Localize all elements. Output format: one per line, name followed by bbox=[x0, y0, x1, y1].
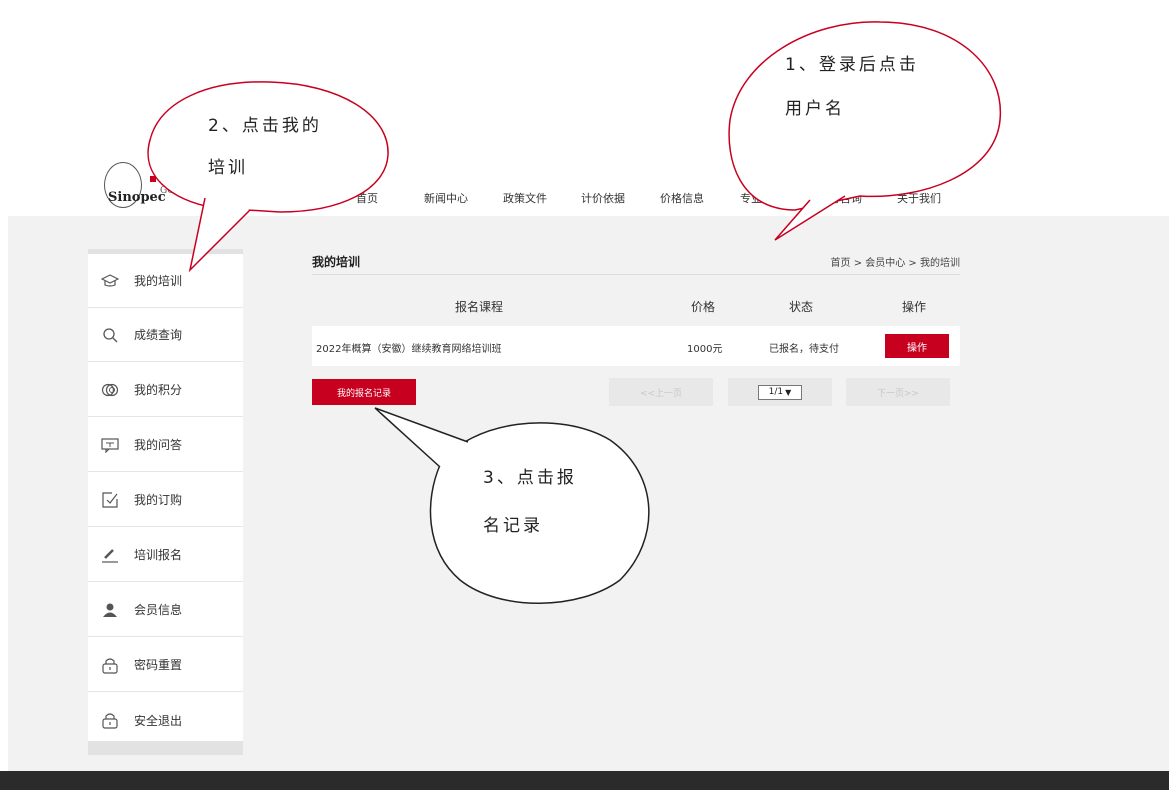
logo-mark bbox=[150, 176, 156, 182]
callout-2-line-2: 培训 bbox=[208, 158, 248, 178]
sidebar-item-qa[interactable]: 我的问答 bbox=[88, 418, 243, 472]
course-status: 已报名，待支付 bbox=[769, 344, 839, 355]
user-icon bbox=[100, 600, 120, 620]
footer-bar bbox=[0, 771, 1169, 790]
chevron-down-icon: ▼ bbox=[785, 387, 792, 397]
logo-text: Sinopec bbox=[108, 190, 166, 205]
column-header-price: 价格 bbox=[691, 300, 716, 314]
course-price: 1000元 bbox=[687, 344, 723, 355]
page-select-value: 1/1 bbox=[768, 387, 784, 397]
column-header-status: 状态 bbox=[789, 300, 814, 314]
title-divider bbox=[312, 274, 960, 275]
column-header-action: 操作 bbox=[902, 300, 927, 314]
search-icon[interactable] bbox=[938, 150, 950, 162]
header: Sinopec GONG 首页 新闻中心 政策文件 计价依据 价格信息 专业管理… bbox=[0, 0, 1169, 216]
callout-2-line-1: 2、点击我的 bbox=[208, 116, 322, 136]
sidebar-item-password-reset[interactable]: 密码重置 bbox=[88, 638, 243, 692]
nav-management[interactable]: 专业管理 bbox=[740, 190, 784, 206]
lock-icon bbox=[100, 710, 120, 730]
coins-icon bbox=[100, 380, 120, 400]
logo-fragment: GONG bbox=[160, 186, 190, 196]
sidebar-item-label: 我的积分 bbox=[134, 383, 183, 397]
sidebar: 我的培训 成绩查询 我的积分 我的问答 我的订购 培训报名 会员信息 密码重置 … bbox=[88, 249, 243, 755]
order-check-icon bbox=[100, 490, 120, 510]
course-name: 2022年概算（安徽）继续教育网络培训班 bbox=[316, 344, 502, 355]
my-enrollment-records-button[interactable]: 我的报名记录 bbox=[312, 379, 416, 405]
sidebar-item-label: 密码重置 bbox=[134, 658, 183, 672]
sidebar-item-points[interactable]: 我的积分 bbox=[88, 363, 243, 417]
nav-about[interactable]: 关于我们 bbox=[897, 190, 941, 206]
sidebar-item-logout[interactable]: 安全退出 bbox=[88, 693, 243, 747]
sidebar-item-orders[interactable]: 我的订购 bbox=[88, 473, 243, 527]
nav-news[interactable]: 新闻中心 bbox=[424, 190, 468, 206]
sidebar-item-label: 我的培训 bbox=[134, 274, 183, 288]
user-avatar-icon[interactable] bbox=[766, 150, 786, 164]
nav-price-info[interactable]: 价格信息 bbox=[660, 190, 704, 206]
search-icon bbox=[100, 325, 120, 345]
graduation-cap-icon bbox=[100, 271, 120, 291]
prev-page-button[interactable]: <<上一页 bbox=[609, 378, 713, 406]
callout-3-line-1: 3、点击报 bbox=[483, 468, 577, 488]
page-title: 我的培训 bbox=[312, 255, 361, 269]
nav-policy[interactable]: 政策文件 bbox=[503, 190, 547, 206]
sidebar-item-label: 成绩查询 bbox=[134, 328, 183, 342]
sidebar-item-enroll[interactable]: 培训报名 bbox=[88, 528, 243, 582]
lock-icon bbox=[100, 655, 120, 675]
sidebar-item-label: 我的问答 bbox=[134, 438, 183, 452]
pen-icon bbox=[100, 545, 120, 565]
sidebar-item-my-training[interactable]: 我的培训 bbox=[88, 254, 243, 308]
sidebar-item-label: 会员信息 bbox=[134, 603, 183, 617]
sidebar-item-member-info[interactable]: 会员信息 bbox=[88, 583, 243, 637]
callout-3-line-2: 名记录 bbox=[483, 516, 543, 536]
nav-home[interactable]: 首页 bbox=[356, 190, 378, 206]
page-select-wrapper: 1/1 ▼ bbox=[728, 378, 832, 406]
sinopec-logo[interactable]: Sinopec GONG bbox=[100, 160, 190, 210]
sidebar-item-label: 安全退出 bbox=[134, 713, 183, 728]
sidebar-item-label: 我的订购 bbox=[134, 493, 183, 507]
nav-consulting[interactable]: 业务咨询 bbox=[818, 190, 862, 206]
operate-button[interactable]: 操作 bbox=[885, 334, 949, 358]
callout-1-line-1: 1、登录后点击 bbox=[785, 55, 919, 75]
page-select[interactable]: 1/1 ▼ bbox=[758, 384, 802, 400]
next-page-button[interactable]: 下一页>> bbox=[846, 378, 950, 406]
sidebar-item-scores[interactable]: 成绩查询 bbox=[88, 308, 243, 362]
breadcrumb[interactable]: 首页 > 会员中心 > 我的培训 bbox=[800, 254, 960, 269]
callout-1-line-2: 用户名 bbox=[785, 99, 845, 119]
sidebar-item-label: 培训报名 bbox=[134, 548, 183, 562]
column-header-course: 报名课程 bbox=[455, 300, 504, 314]
question-icon bbox=[100, 435, 120, 455]
nav-pricing-basis[interactable]: 计价依据 bbox=[581, 190, 625, 206]
